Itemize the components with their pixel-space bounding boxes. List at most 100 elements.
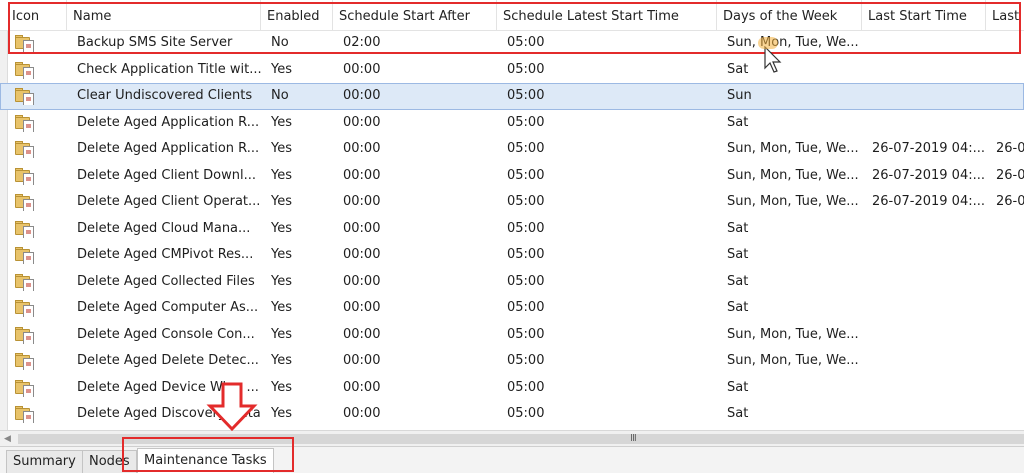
row-icon-cell xyxy=(14,405,36,423)
cell-last-other xyxy=(996,57,1024,84)
cell-last-start xyxy=(872,216,988,243)
tab-label: Summary xyxy=(13,454,76,469)
cell-latest-start: 05:00 xyxy=(507,300,545,315)
cell-days: Sun, Mon, Tue, We... xyxy=(727,353,859,368)
maintenance-task-icon xyxy=(14,379,36,397)
table-row[interactable]: Delete Aged Device Wipe ... Yes 00:00 05:00… xyxy=(0,375,1024,402)
cell-days: Sat xyxy=(727,406,749,421)
cell-last-other xyxy=(996,216,1024,243)
cell-latest-start: 05:00 xyxy=(507,141,545,156)
cell-latest-start: 05:00 xyxy=(507,247,545,262)
cell-start-after: 00:00 xyxy=(343,379,381,395)
cell-start-after: 00:00 xyxy=(343,300,381,315)
maintenance-tasks-grid: Icon Name Enabled Schedule Start After Sched… xyxy=(0,0,1024,430)
row-icon-cell xyxy=(14,352,36,370)
cell-name: Delete Aged Application R... xyxy=(77,141,260,156)
cell-enabled: Yes xyxy=(271,167,292,183)
cell-start-after: 00:00 xyxy=(343,353,381,368)
table-row[interactable]: Delete Aged Application R... Yes 00:00 05:0… xyxy=(0,110,1024,137)
cell-start-after: 00:00 xyxy=(343,88,381,103)
cell-start-after: 00:00 xyxy=(343,273,381,289)
table-row[interactable]: Clear Undiscovered Clients No 00:00 05:00 Su… xyxy=(0,83,1024,110)
table-row[interactable]: Check Application Title wit... Yes 00:00 05… xyxy=(0,57,1024,84)
cell-enabled: No xyxy=(271,88,289,103)
table-row[interactable]: Delete Aged Client Downl... Yes 00:00 05:00… xyxy=(0,163,1024,190)
cell-days: Sat xyxy=(727,247,749,262)
cell-last-other xyxy=(996,375,1024,402)
cell-enabled: Yes xyxy=(271,61,292,77)
cell-last-other xyxy=(996,269,1024,296)
maintenance-task-icon xyxy=(14,167,36,185)
cell-start-after: 00:00 xyxy=(343,61,381,77)
cell-days: Sat xyxy=(727,114,749,130)
cell-enabled: Yes xyxy=(271,273,292,289)
task-rows: Backup SMS Site Server No 02:00 05:00 Sun, M… xyxy=(0,30,1024,428)
cell-latest-start: 05:00 xyxy=(507,167,545,183)
cell-name: Delete Aged Console Con... xyxy=(77,326,255,342)
maintenance-task-icon xyxy=(14,299,36,317)
cell-latest-start: 05:00 xyxy=(507,273,545,289)
table-row[interactable]: Delete Aged Delete Detec... Yes 00:00 05:00… xyxy=(0,348,1024,375)
scroll-left-icon[interactable]: ◀ xyxy=(4,434,11,444)
maintenance-task-icon xyxy=(14,273,36,291)
cell-start-after: 00:00 xyxy=(343,326,381,342)
row-icon-cell xyxy=(14,140,36,158)
cell-start-after: 00:00 xyxy=(343,194,381,209)
cell-start-after: 00:00 xyxy=(343,167,381,183)
cell-enabled: Yes xyxy=(271,114,292,130)
cell-enabled: Yes xyxy=(271,141,292,156)
row-icon-cell xyxy=(14,299,36,317)
cell-latest-start: 05:00 xyxy=(507,379,545,395)
cell-start-after: 00:00 xyxy=(343,406,381,421)
table-row[interactable]: Delete Aged Client Operat... Yes 00:00 05:0… xyxy=(0,189,1024,216)
header-and-first-row-highlight xyxy=(8,2,1021,54)
table-row[interactable]: Delete Aged Application R... Yes 00:00 05:0… xyxy=(0,136,1024,163)
cell-latest-start: 05:00 xyxy=(507,88,545,103)
cell-latest-start: 05:00 xyxy=(507,220,545,236)
table-row[interactable]: Delete Aged CMPivot Res... Yes 00:00 05:00 S… xyxy=(0,242,1024,269)
row-icon-cell xyxy=(14,379,36,397)
maintenance-task-icon xyxy=(14,193,36,211)
down-arrow-annotation-icon xyxy=(206,382,258,432)
cell-last-start xyxy=(872,348,988,375)
cell-enabled: Yes xyxy=(271,326,292,342)
cell-name: Delete Aged Delete Detec... xyxy=(77,353,259,368)
cell-days: Sun, Mon, Tue, We... xyxy=(727,194,859,209)
cell-last-other xyxy=(996,322,1024,349)
cell-last-other xyxy=(996,242,1024,269)
row-icon-cell xyxy=(14,246,36,264)
cell-latest-start: 05:00 xyxy=(507,114,545,130)
cell-name: Delete Aged Client Downl... xyxy=(77,167,256,183)
table-row[interactable]: Delete Aged Discovery Data Yes 00:00 05:00 S… xyxy=(0,401,1024,428)
cell-last-start: 26-07-2019 04:... xyxy=(872,194,986,209)
cell-days: Sun, Mon, Tue, We... xyxy=(727,326,859,342)
cell-days: Sat xyxy=(727,273,749,289)
cursor-click-highlight xyxy=(758,37,778,49)
cell-latest-start: 05:00 xyxy=(507,406,545,421)
cell-last-start xyxy=(872,269,988,296)
cell-last-start xyxy=(872,375,988,402)
maintenance-task-icon xyxy=(14,326,36,344)
cell-days: Sun, Mon, Tue, We... xyxy=(727,167,859,183)
cell-days: Sun xyxy=(727,88,752,103)
row-icon-cell xyxy=(14,87,36,105)
cell-last-start: 26-07-2019 04:... xyxy=(872,141,986,156)
table-row[interactable]: Delete Aged Collected Files Yes 00:00 05:00… xyxy=(0,269,1024,296)
cell-last-start xyxy=(872,322,988,349)
tab-summary[interactable]: Summary xyxy=(6,450,83,473)
row-icon-cell xyxy=(14,61,36,79)
mouse-pointer-icon xyxy=(764,46,782,73)
cell-last-start xyxy=(872,83,988,110)
cell-days: Sat xyxy=(727,379,749,395)
cell-enabled: Yes xyxy=(271,300,292,315)
cell-start-after: 00:00 xyxy=(343,247,381,262)
table-row[interactable]: Delete Aged Console Con... Yes 00:00 05:00 S… xyxy=(0,322,1024,349)
table-row[interactable]: Delete Aged Computer As... Yes 00:00 05:00 S… xyxy=(0,295,1024,322)
table-row[interactable]: Delete Aged Cloud Mana... Yes 00:00 05:00 Sa… xyxy=(0,216,1024,243)
scrollbar-grip: III xyxy=(630,433,637,444)
cell-last-other: 26-0 xyxy=(996,167,1024,183)
cell-enabled: Yes xyxy=(271,353,292,368)
maintenance-task-icon xyxy=(14,352,36,370)
cell-days: Sat xyxy=(727,61,749,77)
cell-last-start xyxy=(872,295,988,322)
